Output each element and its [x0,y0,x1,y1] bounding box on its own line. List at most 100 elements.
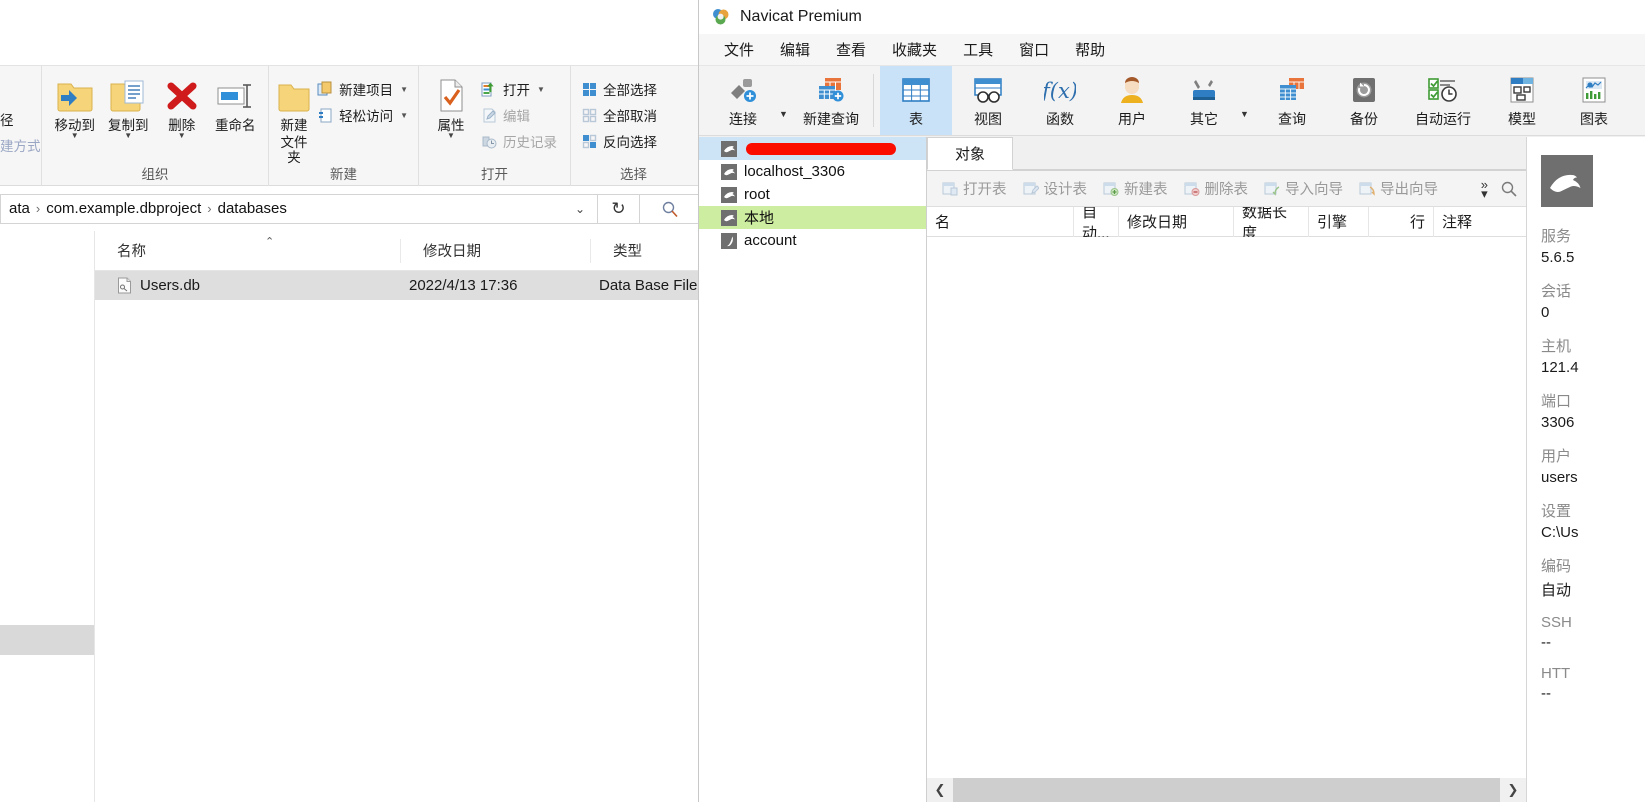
explorer-file-list: 名称 修改日期 类型 ⌃ Users.db 2022/4/13 17:36 Da… [95,231,700,802]
delete-table-button[interactable]: 删除表 [1177,178,1256,199]
horizontal-scrollbar[interactable]: ❮ ❯ [927,778,1526,802]
others-icon [1188,74,1220,106]
connection-item-3[interactable]: 本地 [699,206,926,229]
chevron-down-icon: ▼ [400,110,408,120]
connection-dropdown-chevron-down-icon[interactable]: ▼ [779,66,795,135]
toolbar-view-button[interactable]: 视图 [952,66,1024,135]
connection-item-1[interactable]: localhost_3306 [699,160,926,183]
grid-column-rows[interactable]: 行 [1369,206,1434,237]
others-dropdown-chevron-down-icon[interactable]: ▼ [1240,66,1256,135]
export-wizard-button[interactable]: 导出向导 [1352,178,1445,199]
paste-shortcut-button[interactable]: 建方式 [0,132,42,158]
menu-item-help[interactable]: 帮助 [1062,37,1118,62]
grid-column-engine[interactable]: 引擎 [1309,206,1369,237]
import-wizard-button[interactable]: 导入向导 [1257,178,1350,199]
db-file-icon [117,277,132,294]
column-header-name[interactable]: 名称 [95,238,401,263]
new-table-button[interactable]: 新建表 [1096,178,1175,199]
breadcrumb-item-2[interactable]: databases [216,200,289,217]
easy-access-button[interactable]: 轻松访问 ▼ [313,102,412,128]
menu-item-favorites[interactable]: 收藏夹 [879,37,950,62]
import-wizard-label: 导入向导 [1285,182,1343,198]
grid-column-datalength[interactable]: 数据长度 [1234,204,1309,242]
open-button[interactable]: 打开 ▼ [477,76,561,102]
properties-button[interactable]: 属性 ▼ [425,70,477,140]
toolbar-automation-button[interactable]: 自动运行 [1400,66,1486,135]
explorer-address-bar: ata › com.example.dbproject › databases … [0,187,700,231]
delete-button[interactable]: 删除 ▼ [155,70,209,140]
easy-access-label: 轻松访问 [339,109,394,124]
rename-label: 重命名 [215,118,256,133]
connection-item-0[interactable] [699,137,926,160]
toolbar-backup-button[interactable]: 备份 [1328,66,1400,135]
new-folder-label-line2: 文件夹 [280,135,308,165]
scroll-left-button[interactable]: ❮ [927,778,953,802]
design-table-button[interactable]: 设计表 [1016,178,1095,199]
menu-item-file[interactable]: 文件 [711,37,767,62]
breadcrumb[interactable]: ata › com.example.dbproject › databases … [0,193,598,224]
toolbar-function-button[interactable]: f(x) 函数 [1024,66,1096,135]
copy-path-button[interactable]: 径 [0,106,42,132]
nav-pane-selected-item[interactable] [0,625,94,655]
object-toolbar-overflow-button[interactable]: » ▾ [1481,178,1488,200]
toolbar-user-label: 用户 [1118,111,1146,127]
grid-column-modified[interactable]: 修改日期 [1119,206,1234,237]
tab-objects[interactable]: 对象 [927,137,1013,170]
explorer-navigation-pane[interactable] [0,231,95,802]
menu-item-edit[interactable]: 编辑 [767,37,823,62]
menu-item-window[interactable]: 窗口 [1006,37,1062,62]
refresh-button[interactable]: ↻ [598,193,640,224]
open-table-button[interactable]: 打开表 [935,178,1014,199]
new-item-button[interactable]: 新建项目 ▼ [313,76,412,102]
toolbar-new-query-button[interactable]: 新建查询 [795,66,867,135]
toolbar-query-button[interactable]: 查询 [1256,66,1328,135]
edit-label: 编辑 [503,109,530,124]
chevron-down-icon[interactable]: ⌄ [575,202,597,216]
toolbar-automation-label: 自动运行 [1415,111,1471,127]
chevron-down-icon: ▼ [70,131,79,140]
grid-column-autoinc[interactable]: 自动... [1074,204,1119,242]
toolbar-separator [873,74,874,127]
invert-selection-label: 反向选择 [603,135,657,150]
new-query-icon [814,74,848,106]
table-row[interactable]: Users.db 2022/4/13 17:36 Data Base File [95,271,700,300]
new-folder-button[interactable]: 新建 文件夹 [275,70,313,165]
select-all-button[interactable]: 全部选择 [577,76,661,102]
select-none-button[interactable]: 全部取消 [577,102,661,128]
breadcrumb-item-1[interactable]: com.example.dbproject [44,200,203,217]
rename-button[interactable]: 重命名 [209,70,263,133]
toolbar-model-button[interactable]: 模型 [1486,66,1558,135]
navicat-title: Navicat Premium [740,8,862,25]
history-button[interactable]: 历史记录 [477,128,561,154]
toolbar-chart-label: 图表 [1580,111,1608,127]
move-to-button[interactable]: 移动到 ▼ [48,70,102,140]
automation-icon [1426,74,1460,106]
toolbar-connection-button[interactable]: 连接 [707,66,779,135]
edit-button[interactable]: 编辑 [477,102,561,128]
object-search-button[interactable] [1500,180,1518,198]
toolbar-others-button[interactable]: 其它 [1168,66,1240,135]
toolbar-chart-button[interactable]: 图表 [1558,66,1630,135]
grid-column-comment[interactable]: 注释 [1434,207,1504,237]
connection-label: account [744,232,797,249]
connection-item-4[interactable]: account [699,229,926,252]
copy-to-button[interactable]: 复制到 ▼ [102,70,156,140]
backup-icon [1349,74,1379,106]
menu-item-view[interactable]: 查看 [823,37,879,62]
connection-item-2[interactable]: root [699,183,926,206]
invert-selection-button[interactable]: 反向选择 [577,128,661,154]
toolbar-table-button[interactable]: 表 [880,66,952,135]
toolbar-user-button[interactable]: 用户 [1096,66,1168,135]
column-header-modified[interactable]: 修改日期 [401,238,591,263]
scroll-right-button[interactable]: ❯ [1500,778,1526,802]
menu-item-tools[interactable]: 工具 [950,37,1006,62]
grid-column-name[interactable]: 名 [927,206,1074,237]
object-grid-body[interactable] [927,237,1526,777]
chevron-down-icon: ▼ [447,131,455,140]
navicat-logo-icon [711,7,731,27]
column-header-type[interactable]: 类型 [591,239,700,263]
info-key-port: 端口 [1541,393,1572,410]
breadcrumb-item-0[interactable]: ata [7,200,32,217]
search-input[interactable] [640,193,700,224]
scrollbar-track[interactable] [953,778,1500,802]
